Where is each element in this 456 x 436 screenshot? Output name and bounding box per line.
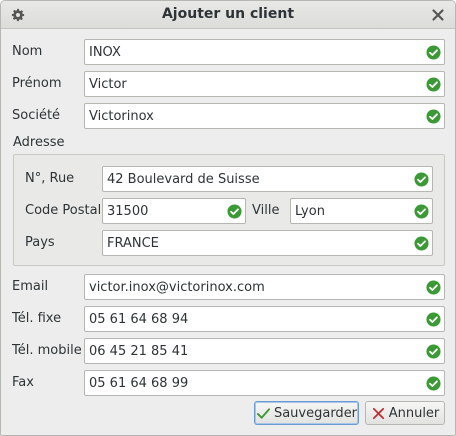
code-postal-field[interactable]	[102, 198, 246, 224]
pays-input[interactable]	[103, 231, 432, 255]
societe-field[interactable]	[84, 103, 445, 129]
check-circle-icon	[426, 344, 441, 359]
checkmark-icon	[256, 407, 271, 419]
prenom-label: Prénom	[12, 76, 62, 91]
adresse-label: Adresse	[13, 135, 65, 150]
fax-input[interactable]	[85, 371, 444, 395]
tel-fixe-field[interactable]	[84, 306, 445, 332]
check-circle-icon	[426, 376, 441, 391]
nom-label: Nom	[12, 44, 43, 59]
add-client-dialog: Ajouter un client Nom Prénom Société Adr…	[0, 0, 456, 436]
code-postal-input[interactable]	[103, 199, 245, 223]
tel-fixe-label: Tél. fixe	[12, 311, 62, 326]
title-bar: Ajouter un client	[1, 1, 455, 29]
nom-input[interactable]	[85, 40, 444, 64]
x-icon	[372, 407, 384, 419]
check-circle-icon	[426, 45, 441, 60]
window-title: Ajouter un client	[161, 6, 295, 22]
email-label: Email	[12, 279, 49, 294]
tel-mobile-field[interactable]	[84, 338, 445, 364]
nom-field[interactable]	[84, 39, 445, 65]
rue-label: N°, Rue	[25, 171, 75, 186]
ville-label: Ville	[252, 203, 280, 218]
ville-field[interactable]	[290, 198, 433, 224]
check-circle-icon	[426, 77, 441, 92]
check-circle-icon	[227, 204, 242, 219]
close-icon[interactable]	[431, 8, 445, 22]
tel-mobile-input[interactable]	[85, 339, 444, 363]
check-circle-icon	[426, 109, 441, 124]
prenom-input[interactable]	[85, 72, 444, 96]
societe-input[interactable]	[85, 104, 444, 128]
ville-input[interactable]	[291, 199, 432, 223]
tel-fixe-input[interactable]	[85, 307, 444, 331]
cancel-button[interactable]: Annuler	[365, 401, 445, 425]
rue-input[interactable]	[103, 167, 432, 191]
check-circle-icon	[426, 280, 441, 295]
societe-label: Société	[12, 108, 61, 123]
cancel-button-label: Annuler	[388, 405, 440, 421]
email-input[interactable]	[85, 275, 444, 299]
check-circle-icon	[414, 172, 429, 187]
check-circle-icon	[426, 312, 441, 327]
fax-field[interactable]	[84, 370, 445, 396]
save-button[interactable]: Sauvegarder	[254, 401, 359, 425]
prenom-field[interactable]	[84, 71, 445, 97]
check-circle-icon	[414, 236, 429, 251]
rue-field[interactable]	[102, 166, 433, 192]
email-field[interactable]	[84, 274, 445, 300]
fax-label: Fax	[12, 375, 34, 390]
pays-label: Pays	[25, 235, 55, 250]
pays-field[interactable]	[102, 230, 433, 256]
code-postal-label: Code Postal	[25, 203, 102, 218]
save-button-label: Sauvegarder	[273, 405, 358, 421]
tel-mobile-label: Tél. mobile	[12, 343, 82, 358]
check-circle-icon	[414, 204, 429, 219]
